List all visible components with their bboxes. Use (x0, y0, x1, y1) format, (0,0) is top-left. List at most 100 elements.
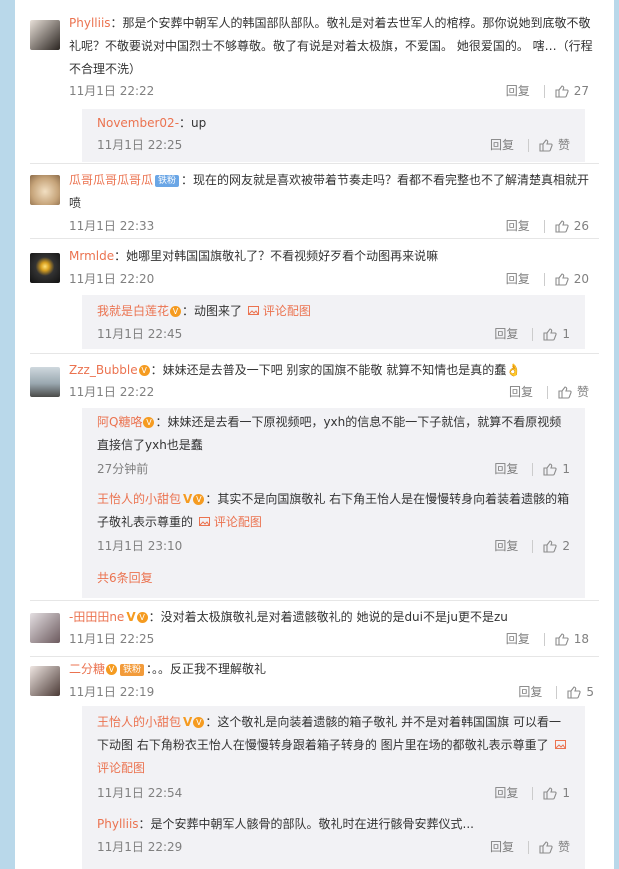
timestamp: 11月1日 22:54 (97, 786, 183, 800)
username[interactable]: 王怡人的小甜包 (97, 715, 181, 729)
show-more-replies[interactable]: 共6条回复 (97, 571, 153, 585)
like-button[interactable]: 赞 (539, 837, 570, 857)
reply-button[interactable]: 回复 (494, 324, 518, 344)
like-count: 5 (586, 685, 594, 699)
username[interactable]: 王怡人的小甜包 (97, 492, 181, 506)
reply-button[interactable]: 回复 (490, 837, 514, 857)
reply-button[interactable]: 回复 (490, 135, 514, 155)
like-count: 27 (573, 84, 589, 98)
like-count: 赞 (557, 138, 570, 152)
fan-badge: 铁粉 (120, 663, 145, 676)
thumbs-up-icon (558, 385, 572, 399)
timestamp: 11月1日 22:29 (97, 840, 183, 854)
image-icon (248, 306, 260, 315)
comment-text: ：那是个安葬中朝军人的韩国部队部队。敬礼是对着去世军人的棺椁。那你说她到底敬不敬… (69, 16, 593, 76)
timestamp: 11月1日 22:22 (69, 385, 155, 399)
image-icon (554, 740, 566, 749)
fan-badge: 铁粉 (155, 174, 180, 187)
comment-item: 二分糖 V 铁粉 ：。。反正我不理解敬礼 11月1日 22:19 回复 5 王怡人的小… (15, 657, 614, 869)
thumbs-up-icon (543, 539, 557, 553)
reply-button[interactable]: 回复 (506, 216, 530, 236)
thumbs-up-icon (543, 327, 557, 341)
avatar[interactable] (30, 613, 60, 643)
username[interactable]: 二分糖 (69, 662, 105, 676)
comment-list: Phylliis：那是个安葬中朝军人的韩国部队部队。敬礼是对着去世军人的棺椁。那… (15, 0, 614, 869)
avatar[interactable] (30, 253, 60, 283)
avatar[interactable] (30, 175, 60, 205)
reply-text: ：妹妹还是去看一下原视频吧，yxh的信息不能一下子就信，就算不看原视频直接信了y… (97, 415, 562, 452)
like-count: 1 (562, 786, 570, 800)
username[interactable]: Mrmlde (69, 249, 114, 263)
username[interactable]: Phylliis (97, 817, 139, 831)
like-count: 20 (573, 272, 589, 286)
reply-button[interactable]: 回复 (494, 459, 518, 479)
like-button[interactable]: 1 (543, 783, 570, 803)
timestamp: 11月1日 22:25 (69, 632, 155, 646)
reply-button[interactable]: 回复 (509, 382, 533, 402)
reply-button[interactable]: 回复 (494, 783, 518, 803)
thumbs-up-icon (555, 219, 569, 233)
like-button[interactable]: 1 (543, 324, 570, 344)
reply-text: ：是个安葬中朝军人骸骨的部队。敬礼时在进行骸骨安葬仪式... (138, 817, 474, 831)
like-button[interactable]: 20 (555, 269, 589, 289)
like-count: 2 (562, 539, 570, 553)
comment-text: ：没对着太极旗敬礼是对着遗骸敬礼的 她说的是dui不是ju更不是zu (148, 610, 508, 624)
comment-item: 瓜哥瓜哥瓜哥瓜 铁粉 ：现在的网友就是喜欢被带着节奏走吗？看都不看完整也不了解清楚真… (15, 164, 614, 238)
reply-button[interactable]: 回复 (506, 269, 530, 289)
reply-box: 阿Q糖咯 V ：妹妹还是去看一下原视频吧，yxh的信息不能一下子就信，就算不看原视频… (82, 408, 585, 598)
like-button[interactable]: 1 (543, 459, 570, 479)
like-count: 1 (562, 462, 570, 476)
like-button[interactable]: 赞 (539, 135, 570, 155)
timestamp: 27分钟前 (97, 462, 149, 476)
username[interactable]: 阿Q糖咯 (97, 415, 142, 429)
like-count: 赞 (576, 385, 589, 399)
username[interactable]: -田田田ne (69, 610, 124, 624)
reply-box: November02-：up 11月1日 22:25 回复 赞 (82, 109, 585, 162)
timestamp: 11月1日 22:33 (69, 219, 155, 233)
like-count: 1 (562, 327, 570, 341)
reply-button[interactable]: 回复 (506, 629, 530, 649)
timestamp: 11月1日 22:45 (97, 327, 183, 341)
username[interactable]: Zzz_Bubble (69, 363, 138, 377)
thumbs-up-icon (555, 84, 569, 98)
like-button[interactable]: 27 (555, 81, 589, 101)
comment-text: ：。。反正我不理解敬礼 (146, 662, 267, 676)
thumbs-up-icon (539, 840, 553, 854)
username[interactable]: 我就是白莲花 (97, 304, 169, 318)
thumbs-up-icon (567, 685, 581, 699)
reply-button[interactable]: 回复 (506, 81, 530, 101)
comment-item: Zzz_Bubble V ：妹妹还是去普及一下吧 别家的国旗不能敬 就算不知情也是真… (15, 354, 614, 600)
comment-text: ：妹妹还是去普及一下吧 别家的国旗不能敬 就算不知情也是真的蠢👌 (150, 363, 522, 377)
reply-box: 王怡人的小甜包 V V ：这个敬礼是向装着遗骸的箱子敬礼 并不是对着韩国国旗 可以看一… (82, 706, 585, 869)
timestamp: 11月1日 22:25 (97, 138, 183, 152)
comment-item: Mrmlde：她哪里对韩国国旗敬礼了？不看视频好歹看个动图再来说嘛 11月1日 … (15, 239, 614, 353)
like-button[interactable]: 18 (555, 629, 589, 649)
username[interactable]: 瓜哥瓜哥瓜哥瓜 (69, 173, 153, 187)
reply-button[interactable]: 回复 (494, 536, 518, 556)
comment-image-link[interactable]: 评论配图 (248, 304, 311, 318)
thumbs-up-icon (543, 786, 557, 800)
like-count: 18 (573, 632, 589, 646)
thumbs-up-icon (555, 632, 569, 646)
comment-text: ：她哪里对韩国国旗敬礼了？不看视频好歹看个动图再来说嘛 (114, 249, 439, 263)
username[interactable]: Phylliis (69, 16, 111, 30)
like-button[interactable]: 赞 (558, 382, 589, 402)
timestamp: 11月1日 22:22 (69, 84, 155, 98)
comment-item: -田田田ne V V ：没对着太极旗敬礼是对着遗骸敬礼的 她说的是dui不是ju更不是… (15, 601, 614, 656)
like-button[interactable]: 26 (555, 216, 589, 236)
thumbs-up-icon (539, 138, 553, 152)
like-button[interactable]: 2 (543, 536, 570, 556)
avatar[interactable] (30, 20, 60, 50)
reply-button[interactable]: 回复 (518, 682, 542, 702)
reply-text: ：up (179, 116, 207, 130)
comment-image-link[interactable]: 评论配图 (199, 515, 262, 529)
like-count: 赞 (557, 840, 570, 854)
timestamp: 11月1日 22:20 (69, 272, 155, 286)
like-button[interactable]: 5 (567, 682, 594, 702)
comment-item: Phylliis：那是个安葬中朝军人的韩国部队部队。敬礼是对着去世军人的棺椁。那… (15, 0, 614, 163)
username[interactable]: November02- (97, 116, 179, 130)
reply-box: 我就是白莲花 V ：动图来了 评论配图 11月1日 22:45 回复 1 (82, 295, 585, 349)
avatar[interactable] (30, 367, 60, 397)
reply-text: ：动图来了 (182, 304, 243, 318)
avatar[interactable] (30, 666, 60, 696)
